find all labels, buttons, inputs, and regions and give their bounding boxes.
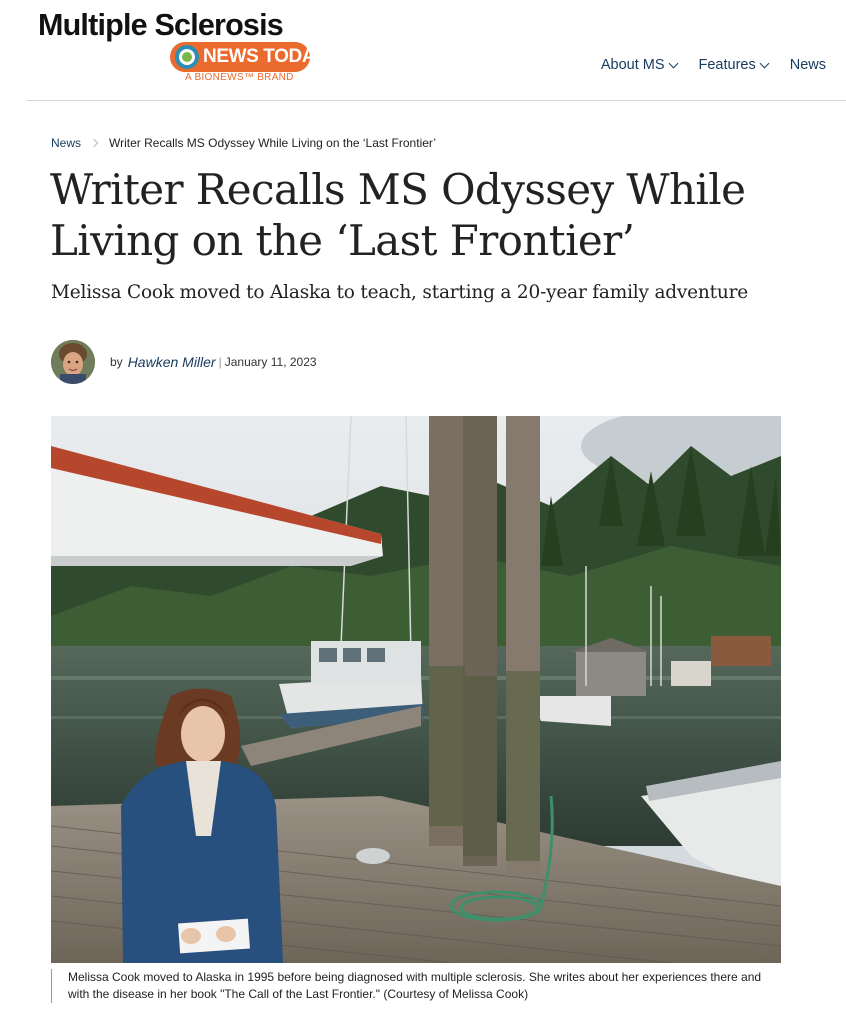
image-caption: Melissa Cook moved to Alaska in 1995 bef… [51,969,781,1003]
logo-title: Multiple Sclerosis [38,8,284,42]
page-title: Writer Recalls MS Odyssey While Living o… [50,165,746,265]
breadcrumb-current: Writer Recalls MS Odyssey While Living o… [109,136,437,150]
nav-about-ms[interactable]: About MS [600,57,678,73]
nav-news-label: News [789,57,826,73]
publish-date: January 11, 2023 [224,355,317,369]
nav-features-label: Features [698,57,756,73]
byline: by Hawken Miller | January 11, 2023 [110,354,317,370]
byline-by: by [110,355,123,369]
main-nav: About MS Features News [579,57,826,73]
site-header: Multiple Sclerosis NEWS TODAYTM A BIONEW… [0,0,846,101]
site-logo[interactable]: Multiple Sclerosis NEWS TODAYTM A BIONEW… [38,8,335,88]
logo-trademark: TM [325,46,336,53]
nav-about-ms-label: About MS [600,57,665,73]
article-subtitle: Melissa Cook moved to Alaska to teach, s… [51,282,748,303]
byline-separator: | [218,355,222,369]
nav-features[interactable]: Features [698,57,770,73]
header-divider [27,100,846,101]
globe-icon [175,45,199,69]
chevron-down-icon [759,58,770,68]
hero-image [51,416,781,963]
logo-news-text: NEWS TODAYTM [203,46,335,68]
chevron-right-icon [89,138,99,148]
chevron-down-icon [668,58,678,68]
logo-news-label: NEWS TODAY [203,46,326,67]
author-link[interactable]: Hawken Miller [128,354,216,370]
breadcrumb: News Writer Recalls MS Odyssey While Liv… [51,136,436,150]
breadcrumb-news-link[interactable]: News [51,136,81,150]
author-avatar[interactable] [51,340,95,384]
author-photo [51,340,95,384]
nav-news[interactable]: News [790,57,826,73]
harbor-photo [51,416,781,963]
logo-subtitle: A BIONEWS™ BRAND [185,72,294,83]
